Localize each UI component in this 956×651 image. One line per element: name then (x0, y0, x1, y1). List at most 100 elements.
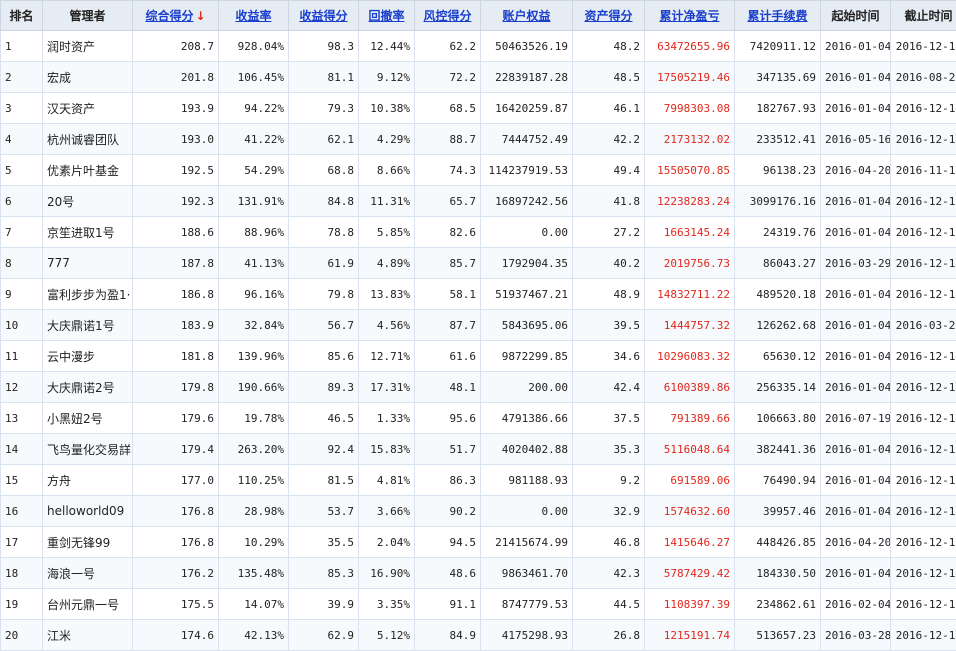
table-row: 20江米174.642.13%62.95.12%84.94175298.9326… (1, 620, 956, 651)
cell-account-equity: 51937467.21 (481, 279, 573, 310)
cell-account-equity: 0.00 (481, 217, 573, 248)
cell-rank: 15 (1, 465, 43, 496)
cell-rank: 4 (1, 124, 43, 155)
cell-asset-score: 27.2 (573, 217, 645, 248)
cell-net-profit: 17505219.46 (645, 62, 735, 93)
cell-composite-score: 176.2 (133, 558, 219, 589)
cell-risk-score: 68.5 (415, 93, 481, 124)
cell-manager[interactable]: 汉天资产 (43, 93, 133, 124)
cell-risk-score: 91.1 (415, 589, 481, 620)
cell-start-date: 2016-01-04 (821, 372, 891, 403)
cell-composite-score: 175.5 (133, 589, 219, 620)
cell-manager[interactable]: 飞鸟量化交易詳 (43, 434, 133, 465)
cell-net-profit: 5787429.42 (645, 558, 735, 589)
cell-manager[interactable]: 云中漫步 (43, 341, 133, 372)
cell-rank: 3 (1, 93, 43, 124)
cell-account-equity: 4020402.88 (481, 434, 573, 465)
cell-rank: 17 (1, 527, 43, 558)
header-return-score[interactable]: 收益得分 (289, 1, 359, 31)
cell-manager[interactable]: 大庆鼎诺1号 (43, 310, 133, 341)
cell-cumulative-fees: 3099176.16 (735, 186, 821, 217)
cell-manager[interactable]: 方舟 (43, 465, 133, 496)
cell-manager[interactable]: 京笙进取1号 (43, 217, 133, 248)
cell-end-date: 2016-12-13 (891, 434, 956, 465)
cell-risk-score: 95.6 (415, 403, 481, 434)
cell-manager[interactable]: 小黑妞2号 (43, 403, 133, 434)
cell-start-date: 2016-01-04 (821, 465, 891, 496)
table-row: 5优素片叶基金192.554.29%68.88.66%74.3114237919… (1, 155, 956, 186)
cell-manager[interactable]: 富利步步为盈1· (43, 279, 133, 310)
cell-composite-score: 201.8 (133, 62, 219, 93)
cell-manager[interactable]: 大庆鼎诺2号 (43, 372, 133, 403)
cell-start-date: 2016-01-04 (821, 341, 891, 372)
cell-account-equity: 21415674.99 (481, 527, 573, 558)
header-risk-score[interactable]: 风控得分 (415, 1, 481, 31)
cell-start-date: 2016-01-04 (821, 31, 891, 62)
cell-manager[interactable]: 777 (43, 248, 133, 279)
cell-net-profit: 63472655.96 (645, 31, 735, 62)
cell-return-score: 85.3 (289, 558, 359, 589)
cell-asset-score: 37.5 (573, 403, 645, 434)
cell-drawdown: 5.85% (359, 217, 415, 248)
cell-manager[interactable]: 20号 (43, 186, 133, 217)
cell-net-profit: 791389.66 (645, 403, 735, 434)
cell-end-date: 2016-12-14 (891, 248, 956, 279)
cell-asset-score: 40.2 (573, 248, 645, 279)
cell-drawdown: 13.83% (359, 279, 415, 310)
cell-end-date: 2016-03-28 (891, 310, 956, 341)
cell-manager[interactable]: 润时资产 (43, 31, 133, 62)
cell-return-rate: 110.25% (219, 465, 289, 496)
cell-start-date: 2016-05-16 (821, 124, 891, 155)
cell-return-rate: 19.78% (219, 403, 289, 434)
header-drawdown[interactable]: 回撤率 (359, 1, 415, 31)
cell-net-profit: 1108397.39 (645, 589, 735, 620)
cell-manager[interactable]: 江米 (43, 620, 133, 651)
cell-drawdown: 11.31% (359, 186, 415, 217)
cell-end-date: 2016-12-14 (891, 496, 956, 527)
cell-manager[interactable]: 重剑无锋99 (43, 527, 133, 558)
cell-net-profit: 10296083.32 (645, 341, 735, 372)
cell-start-date: 2016-03-29 (821, 248, 891, 279)
cell-asset-score: 42.4 (573, 372, 645, 403)
cell-net-profit: 5116048.64 (645, 434, 735, 465)
table-row: 9富利步步为盈1·186.896.16%79.813.83%58.1519374… (1, 279, 956, 310)
cell-account-equity: 22839187.28 (481, 62, 573, 93)
header-account-equity[interactable]: 账户权益 (481, 1, 573, 31)
cell-risk-score: 82.6 (415, 217, 481, 248)
cell-return-score: 39.9 (289, 589, 359, 620)
table-row: 8777187.841.13%61.94.89%85.71792904.3540… (1, 248, 956, 279)
cell-manager[interactable]: 优素片叶基金 (43, 155, 133, 186)
cell-return-score: 92.4 (289, 434, 359, 465)
cell-manager[interactable]: 海浪一号 (43, 558, 133, 589)
cell-drawdown: 5.12% (359, 620, 415, 651)
header-return-rate[interactable]: 收益率 (219, 1, 289, 31)
cell-cumulative-fees: 347135.69 (735, 62, 821, 93)
cell-asset-score: 42.2 (573, 124, 645, 155)
cell-net-profit: 1444757.32 (645, 310, 735, 341)
cell-manager[interactable]: 宏成 (43, 62, 133, 93)
cell-net-profit: 1574632.60 (645, 496, 735, 527)
cell-rank: 7 (1, 217, 43, 248)
header-cumulative-fees[interactable]: 累计手续费 (735, 1, 821, 31)
header-cumulative-net-profit[interactable]: 累计净盈亏 (645, 1, 735, 31)
cell-cumulative-fees: 448426.85 (735, 527, 821, 558)
cell-manager[interactable]: 杭州诚睿团队 (43, 124, 133, 155)
cell-account-equity: 200.00 (481, 372, 573, 403)
cell-net-profit: 1215191.74 (645, 620, 735, 651)
cell-cumulative-fees: 96138.23 (735, 155, 821, 186)
cell-manager[interactable]: helloworld09 (43, 496, 133, 527)
sort-desc-arrow-icon: ↓ (195, 9, 205, 23)
header-composite-score[interactable]: 综合得分↓ (133, 1, 219, 31)
cell-return-rate: 928.04% (219, 31, 289, 62)
cell-manager[interactable]: 台州元鼎一号 (43, 589, 133, 620)
cell-drawdown: 8.66% (359, 155, 415, 186)
table-row: 16helloworld09176.828.98%53.73.66%90.20.… (1, 496, 956, 527)
cell-return-rate: 263.20% (219, 434, 289, 465)
cell-return-rate: 32.84% (219, 310, 289, 341)
cell-cumulative-fees: 39957.46 (735, 496, 821, 527)
table-row: 620号192.3131.91%84.811.31%65.716897242.5… (1, 186, 956, 217)
cell-risk-score: 51.7 (415, 434, 481, 465)
cell-net-profit: 2173132.02 (645, 124, 735, 155)
header-asset-score[interactable]: 资产得分 (573, 1, 645, 31)
cell-rank: 2 (1, 62, 43, 93)
